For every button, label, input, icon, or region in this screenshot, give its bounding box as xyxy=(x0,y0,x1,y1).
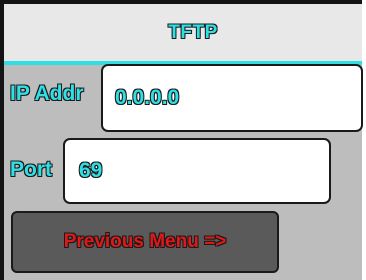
previous-menu-button[interactable]: Previous Menu => xyxy=(11,211,279,273)
tftp-screen: TFTP IP Addr 0.0.0.0 Port 69 Previous Me… xyxy=(0,0,366,280)
port-label: Port xyxy=(10,158,52,181)
ip-addr-value: 0.0.0.0 xyxy=(115,86,180,109)
previous-menu-label: Previous Menu => xyxy=(63,231,227,252)
port-value: 69 xyxy=(79,159,103,182)
ip-addr-label: IP Addr xyxy=(10,82,84,105)
port-field[interactable]: 69 xyxy=(63,138,331,204)
ip-addr-field[interactable]: 0.0.0.0 xyxy=(101,64,363,132)
title-bar: TFTP xyxy=(4,4,362,62)
page-title: TFTP xyxy=(168,22,218,43)
